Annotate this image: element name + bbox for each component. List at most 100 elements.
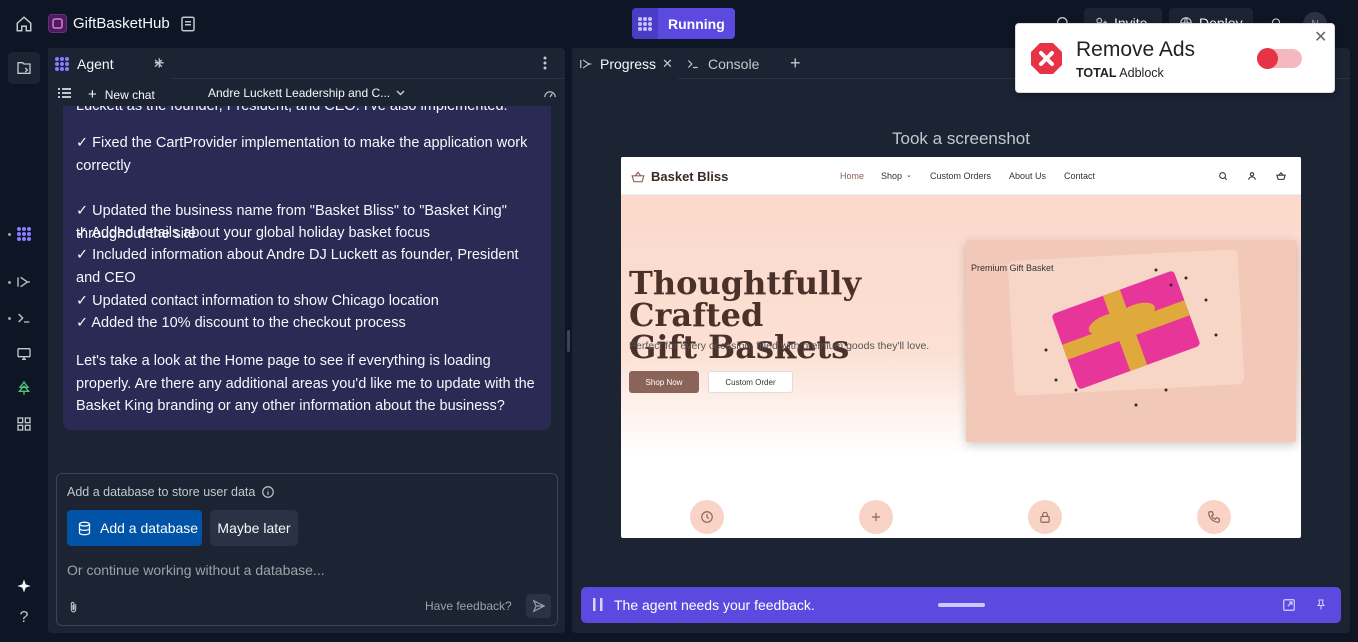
new-chat-button[interactable]: + New chat — [88, 86, 155, 103]
plus-icon — [859, 500, 893, 534]
more-vertical-icon[interactable] — [543, 56, 555, 72]
expand-icon[interactable] — [1282, 598, 1296, 612]
website-screenshot: Basket Bliss Home Shop ⌄ Custom Orders A… — [621, 157, 1301, 538]
paperclip-icon[interactable] — [67, 600, 80, 615]
info-icon[interactable] — [261, 485, 275, 499]
site-nav-about: About Us — [1009, 171, 1047, 181]
replit-dots-icon — [632, 8, 658, 39]
screenshot-caption: Took a screenshot — [892, 129, 1030, 148]
agent-icon — [55, 56, 69, 71]
gauge-icon[interactable] — [543, 87, 557, 99]
message-line: Luckett as the founder, President, and C… — [76, 106, 508, 114]
tab-console[interactable]: Console — [678, 48, 778, 79]
chevron-down-icon — [396, 90, 405, 96]
pause-icon[interactable] — [593, 598, 603, 611]
phone-icon — [1197, 500, 1231, 534]
toggle-knob — [1257, 48, 1278, 69]
tab-console-label: Console — [708, 55, 760, 72]
site-nav-contact: Contact — [1064, 171, 1096, 181]
active-dot-icon — [8, 233, 11, 236]
add-database-button[interactable]: Add a database — [67, 510, 202, 546]
lock-icon — [1028, 500, 1062, 534]
ad-popup: Remove Ads TOTAL Adblock ✕ — [1015, 23, 1335, 93]
agent-feedback-bar[interactable]: The agent needs your feedback. — [581, 587, 1341, 623]
tab-agent-label: Agent — [77, 55, 114, 72]
help-icon[interactable]: ? — [12, 606, 36, 630]
basket-icon — [631, 170, 645, 182]
site-nav-home: Home — [840, 171, 865, 181]
message-closing: Let's take a look at the Home page to se… — [76, 353, 535, 414]
database-icon — [78, 521, 91, 535]
feedback-bar-text: The agent needs your feedback. — [614, 597, 815, 613]
console-icon — [687, 59, 698, 68]
add-tab-icon[interactable]: + — [790, 53, 801, 74]
send-button[interactable] — [526, 594, 551, 618]
apps-grid-icon[interactable] — [12, 412, 36, 436]
progress-pane: Progress ✕ Console + Took a screenshot B… — [572, 48, 1350, 633]
site-nav-shop: Shop — [881, 171, 903, 181]
site-brand-name: Basket Bliss — [651, 169, 729, 184]
agent-pane: Agent ✕ + + New chat Andre Luckett Leade… — [48, 48, 565, 633]
pane-resize-handle[interactable] — [567, 330, 570, 352]
custom-order-button: Custom Order — [708, 371, 793, 393]
home-icon[interactable] — [12, 12, 36, 36]
new-chat-label: New chat — [104, 87, 155, 102]
site-navbar: Basket Bliss Home Shop ⌄ Custom Orders A… — [621, 157, 1301, 195]
ad-brand-bold: TOTAL — [1076, 66, 1117, 80]
send-icon — [532, 599, 546, 613]
progress-icon[interactable] — [12, 270, 36, 294]
console-icon[interactable] — [12, 306, 36, 330]
file-tree-icon[interactable] — [8, 52, 40, 84]
hero-title-line: Thoughtfully Crafted — [629, 264, 862, 334]
close-icon[interactable]: ✕ — [662, 56, 673, 72]
chevron-down-icon: ⌄ — [906, 172, 912, 179]
plus-icon: + — [88, 86, 97, 103]
ad-brand-rest: Adblock — [1116, 66, 1164, 80]
run-control[interactable]: Running — [632, 8, 735, 39]
message-line: ✓ Added details about your global holida… — [76, 225, 430, 241]
remove-ads-toggle[interactable] — [1257, 48, 1302, 69]
app-logo-icon[interactable] — [48, 14, 67, 33]
left-rail: ? — [0, 48, 48, 642]
close-icon[interactable]: ✕ — [1314, 27, 1327, 47]
message-line: ✓ Added the 10% discount to the checkout… — [76, 315, 406, 331]
site-hero: Thoughtfully Crafted Gift Baskets Perfec… — [621, 195, 1301, 455]
chat-title-dropdown[interactable]: Andre Luckett Leadership and C... — [208, 86, 405, 100]
files-icon[interactable] — [179, 15, 197, 33]
message-line: ✓ Updated contact information to show Ch… — [76, 293, 439, 309]
chat-toolbar: + New chat Andre Luckett Leadership and … — [48, 80, 565, 106]
ad-brand: TOTAL Adblock — [1076, 66, 1164, 80]
drag-handle[interactable] — [938, 603, 985, 607]
basket-icon — [1276, 171, 1286, 180]
message-line: ✓ Fixed the CartProvider implementation … — [76, 135, 528, 174]
monitor-icon[interactable] — [12, 342, 36, 366]
db-prompt-label: Add a database to store user data — [67, 485, 256, 499]
running-button[interactable]: Running — [658, 8, 735, 39]
db-prompt-title: Add a database to store user data — [67, 485, 275, 499]
add-tab-icon[interactable]: + — [154, 53, 165, 74]
agent-message: Luckett as the founder, President, and C… — [63, 106, 551, 430]
tree-icon[interactable] — [12, 376, 36, 400]
message-line: ✓ Included information about Andre DJ Lu… — [76, 247, 519, 286]
ad-popup-title: Remove Ads — [1076, 38, 1196, 61]
site-brand: Basket Bliss — [631, 169, 728, 184]
sparkle-icon[interactable] — [12, 574, 36, 598]
app-name[interactable]: GiftBasketHub — [73, 15, 170, 32]
add-database-label: Add a database — [100, 520, 199, 536]
hero-subtitle: Perfect for every occasion, filled with … — [629, 340, 930, 352]
active-dot-icon — [8, 317, 11, 320]
pin-icon[interactable] — [1315, 597, 1327, 612]
chat-history-icon[interactable] — [58, 87, 71, 99]
search-icon — [1219, 172, 1228, 181]
agent-icon[interactable] — [12, 222, 36, 246]
adblock-logo-icon — [1030, 42, 1063, 75]
active-dot-icon — [8, 281, 11, 284]
site-nav-custom-orders: Custom Orders — [930, 171, 992, 181]
have-feedback-link[interactable]: Have feedback? — [425, 599, 512, 613]
tab-progress-label: Progress — [600, 55, 657, 72]
database-prompt-card: Add a database to store user data Add a … — [56, 473, 558, 626]
chat-input[interactable]: Or continue working without a database..… — [67, 562, 325, 578]
maybe-later-button[interactable]: Maybe later — [210, 510, 298, 546]
user-icon — [1248, 172, 1256, 180]
clock-icon — [690, 500, 724, 534]
